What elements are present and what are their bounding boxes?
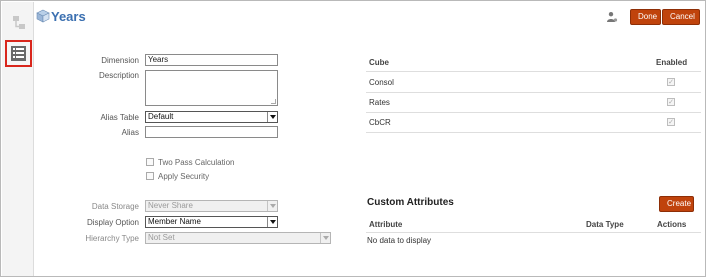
dimension-editor-window: Years Done Cancel Dimension Years Descri… — [0, 0, 706, 277]
cube-row-label: Rates — [369, 98, 390, 107]
display-option-select[interactable]: Member Name — [145, 216, 278, 228]
enabled-checkbox: ✓ — [667, 98, 675, 106]
dimension-label: Dimension — [101, 56, 139, 65]
done-button[interactable]: Done — [630, 9, 661, 25]
two-pass-label: Two Pass Calculation — [158, 158, 235, 167]
page-title: Years — [51, 9, 86, 24]
data-storage-value: Never Share — [148, 201, 193, 210]
description-label: Description — [98, 71, 139, 80]
resize-grip[interactable] — [271, 99, 276, 104]
hierarchy-type-label: Hierarchy Type — [85, 234, 139, 243]
apply-security-checkbox[interactable] — [146, 172, 154, 180]
chevron-down-icon — [267, 217, 277, 227]
apply-security-label: Apply Security — [158, 172, 210, 181]
left-sidebar — [2, 2, 34, 276]
hierarchy-tab[interactable] — [5, 10, 32, 37]
dimension-field[interactable]: Years — [145, 54, 278, 66]
cube-column-header: Cube — [369, 58, 389, 67]
alias-table-label: Alias Table — [100, 113, 139, 122]
enabled-column-header: Enabled — [656, 58, 688, 67]
alias-label: Alias — [121, 128, 139, 137]
chevron-down-icon — [267, 201, 277, 211]
divider — [366, 92, 701, 93]
data-storage-label: Data Storage — [91, 202, 139, 211]
cube-row-label: CbCR — [369, 118, 391, 127]
data-type-column-header: Data Type — [586, 220, 624, 229]
member-properties-tab[interactable] — [5, 40, 32, 67]
hierarchy-type-value: Not Set — [148, 233, 175, 242]
list-icon — [11, 46, 26, 61]
cancel-button[interactable]: Cancel — [662, 9, 700, 25]
enabled-checkbox: ✓ — [667, 118, 675, 126]
chevron-down-icon — [267, 112, 277, 122]
alias-table-value: Default — [148, 112, 174, 121]
cube-icon — [36, 9, 50, 23]
two-pass-checkbox[interactable] — [146, 158, 154, 166]
hierarchy-icon — [13, 16, 25, 29]
empty-table-message: No data to display — [367, 236, 432, 245]
divider — [366, 132, 701, 133]
actions-column-header: Actions — [657, 220, 687, 229]
display-option-value: Member Name — [148, 217, 201, 226]
divider — [366, 71, 701, 72]
custom-attributes-title: Custom Attributes — [367, 197, 454, 208]
chevron-down-icon — [320, 233, 330, 243]
data-storage-select: Never Share — [145, 200, 278, 212]
cube-row-label: Consol — [369, 78, 394, 87]
alias-field[interactable] — [145, 126, 278, 138]
divider — [366, 112, 701, 113]
hierarchy-type-select: Not Set — [145, 232, 331, 244]
enabled-checkbox: ✓ — [667, 78, 675, 86]
attribute-column-header: Attribute — [369, 220, 403, 229]
description-field[interactable] — [145, 70, 278, 106]
display-option-label: Display Option — [86, 218, 139, 227]
divider — [366, 232, 701, 233]
user-icon[interactable] — [606, 11, 618, 23]
create-button[interactable]: Create — [659, 196, 694, 212]
alias-table-select[interactable]: Default — [145, 111, 278, 123]
